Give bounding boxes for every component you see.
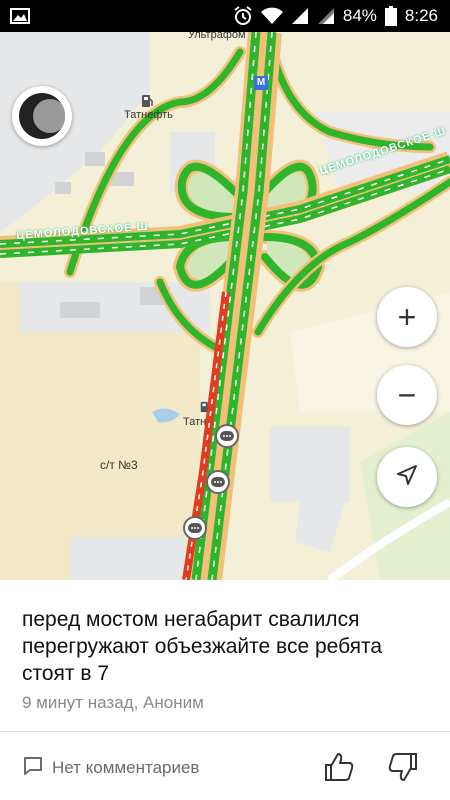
zoom-out-button[interactable]: − — [377, 365, 437, 425]
alarm-icon — [233, 6, 253, 26]
road-event-marker[interactable] — [183, 516, 207, 540]
thumbs-up-icon — [325, 753, 354, 781]
event-card: перед мостом негабарит свалился перегруж… — [0, 580, 450, 800]
my-location-button[interactable] — [377, 447, 437, 507]
avatar — [19, 93, 65, 139]
thumbs-down-button[interactable] — [386, 750, 420, 789]
signal-icon — [317, 7, 335, 25]
wifi-icon — [260, 7, 283, 25]
map-label-st3: с/т №3 — [100, 458, 138, 472]
profile-avatar-button[interactable] — [12, 86, 72, 146]
map-label-ultra: Ультрафом — [188, 32, 246, 41]
signal-icon — [291, 7, 309, 25]
battery-percent: 84% — [342, 6, 377, 25]
zoom-in-button[interactable]: + — [377, 287, 437, 347]
map-label-tatneft: Татнефть — [124, 109, 173, 121]
map-view[interactable]: M Ультрафом Татнефть Татн с/т №3 ЦЕМОЛОД… — [0, 32, 450, 580]
chat-icon — [220, 431, 234, 441]
chat-icon — [188, 523, 202, 533]
road-event-marker[interactable] — [215, 424, 239, 448]
thumbs-down-icon — [388, 753, 417, 781]
status-bar: 84% 8:26 — [0, 0, 450, 32]
comment-icon — [22, 755, 44, 782]
comments-label: Нет комментариев — [52, 758, 200, 777]
gallery-icon — [10, 8, 30, 24]
divider — [0, 731, 450, 732]
event-message: перед мостом негабарит свалился перегруж… — [22, 608, 383, 685]
plus-icon: + — [397, 299, 417, 335]
thumbs-up-button[interactable] — [322, 750, 356, 789]
clock: 8:26 — [404, 6, 438, 25]
metro-icon: M — [254, 76, 268, 90]
battery-icon — [384, 6, 397, 26]
location-arrow-icon — [396, 464, 418, 491]
road-event-marker[interactable] — [206, 470, 230, 494]
event-meta: 9 минут назад, Аноним — [22, 693, 204, 712]
minus-icon: − — [397, 377, 417, 413]
map-label-tatneft-bottom: Татн — [183, 416, 207, 428]
comments-button[interactable]: Нет комментариев — [22, 755, 199, 781]
chat-icon — [211, 477, 225, 487]
